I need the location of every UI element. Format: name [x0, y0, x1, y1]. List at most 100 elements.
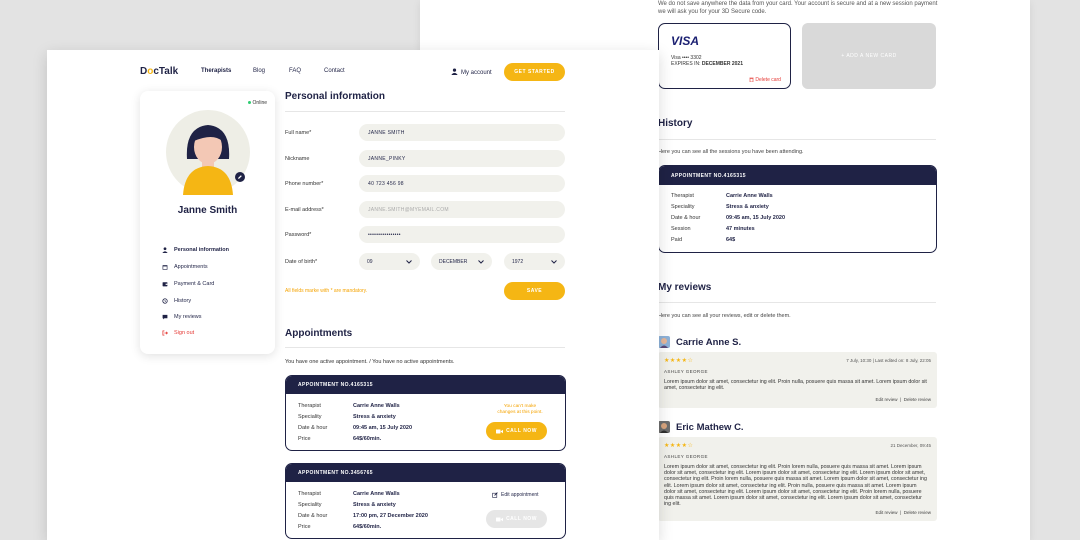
review-body: Lorem ipsum dolor sit amet, consectetur … [664, 464, 927, 508]
review-date: 21 December, 09:45 [890, 443, 931, 448]
field-label: Full name* [285, 130, 312, 136]
logo[interactable]: DocTalk [140, 66, 178, 77]
label: Date & hour [298, 513, 328, 519]
edit-review-link[interactable]: Edit review [876, 510, 898, 515]
field-label: Password* [285, 232, 312, 238]
history-title: History [658, 118, 693, 129]
delete-review-link[interactable]: Delete review [904, 397, 931, 402]
card-expiry: EXPIRES IN: DECEMBER 2021 [671, 61, 743, 67]
reviews-title: My reviews [658, 282, 712, 293]
field-label: E-mail address* [285, 207, 324, 213]
video-icon [496, 517, 504, 521]
edit-appointment-link[interactable]: Edit appointment [492, 492, 539, 498]
review-actions: Edit review | Delete review [875, 510, 931, 515]
dob-day-select[interactable]: 09 [359, 253, 420, 270]
wallet-icon [162, 282, 168, 287]
dob-year-select[interactable]: 1972 [504, 253, 565, 270]
call-now-button-disabled[interactable]: CALL NOW [486, 510, 547, 528]
reviewer-name: Eric Mathew C. [676, 422, 744, 433]
review-actions: Edit review | Delete review [875, 397, 931, 402]
saved-card[interactable]: VISA Visa •••• 3302 EXPIRES IN: DECEMBER… [658, 23, 791, 89]
value: 47 minutes [726, 226, 755, 232]
warning-text: You can't make changes at this point. [497, 404, 543, 415]
save-button[interactable]: SAVE [504, 282, 565, 300]
edit-review-link[interactable]: Edit review [876, 397, 898, 402]
video-icon [496, 429, 504, 433]
menu-history[interactable]: History [162, 298, 191, 304]
profile-page: DocTalk Therapists Blog FAQ Contact My a… [47, 50, 659, 540]
value: 64$ [726, 237, 736, 243]
avatar [166, 110, 250, 195]
dob-month-select[interactable]: DECEMBER [431, 253, 492, 270]
reviews-subtitle: Here you can see all your reviews, edit … [658, 313, 791, 319]
review-card: ★★★★☆ 21 December, 09:45 ASHLEY GEORGE L… [658, 437, 937, 521]
history-icon [162, 298, 168, 304]
label: Speciality [671, 204, 695, 210]
chevron-down-icon [406, 259, 412, 264]
call-now-button[interactable]: CALL NOW [486, 422, 547, 440]
nav-therapists[interactable]: Therapists [201, 68, 231, 74]
status-badge: Online [247, 100, 267, 106]
user-icon [451, 68, 458, 75]
section-title: Appointments [285, 328, 353, 339]
star-rating: ★★★★☆ [664, 358, 694, 364]
value: Carrie Anne Walls [726, 193, 773, 199]
label: Session [671, 226, 691, 232]
history-subtitle: Here you can see all the sessions you ha… [658, 149, 804, 155]
menu-appointments[interactable]: Appointments [162, 264, 208, 270]
label: Speciality [298, 414, 322, 420]
nickname-field[interactable]: JANNE_PINKY [359, 150, 565, 167]
password-field[interactable]: •••••••••••••••• [359, 226, 565, 243]
full-name-field[interactable]: JANNE SMITH [359, 124, 565, 141]
visa-logo: VISA [671, 34, 700, 48]
star-rating: ★★★★☆ [664, 443, 694, 449]
divider [285, 111, 565, 112]
card-header: APPOINTMENT NO.4165315 [286, 376, 565, 394]
section-title: Personal information [285, 91, 386, 102]
comment-icon [162, 314, 168, 320]
label: Paid [671, 237, 683, 243]
online-dot [247, 101, 251, 105]
edit-icon [492, 492, 498, 498]
value: Stress & anxiety [353, 502, 396, 508]
delete-card-button[interactable]: Delete card [749, 77, 781, 83]
label: Price [298, 524, 311, 530]
phone-field[interactable]: 40 723 456 98 [359, 175, 565, 192]
review-author: ASHLEY GEORGE [664, 454, 708, 459]
label: Price [298, 436, 311, 442]
nav-contact[interactable]: Contact [324, 68, 345, 74]
reviewer-name: Carrie Anne S. [676, 337, 742, 348]
menu-payment-card[interactable]: Payment & Card [162, 281, 214, 287]
field-label: Date of birth* [285, 259, 318, 265]
avatar [658, 336, 670, 348]
value: Stress & anxiety [353, 414, 396, 420]
nav-blog[interactable]: Blog [253, 68, 265, 74]
menu-my-reviews[interactable]: My reviews [162, 314, 202, 320]
edit-avatar-button[interactable] [235, 172, 245, 182]
value: Carrie Anne Walls [353, 491, 400, 497]
divider [658, 139, 936, 140]
add-card-button[interactable]: + ADD A NEW CARD [802, 23, 936, 89]
nav-faq[interactable]: FAQ [289, 68, 301, 74]
divider [658, 302, 936, 303]
appointment-card: APPOINTMENT NO.3456765 Therapist Carrie … [285, 463, 566, 539]
menu-personal-information[interactable]: Personal information [162, 247, 229, 253]
my-account-link[interactable]: My account [451, 68, 492, 76]
profile-card: Online Janne Smith Personal information … [140, 91, 275, 354]
profile-name: Janne Smith [177, 205, 238, 216]
divider [285, 347, 565, 348]
review-author: ASHLEY GEORGE [664, 369, 708, 374]
get-started-button[interactable]: GET STARTED [504, 63, 565, 81]
menu-sign-out[interactable]: Sign out [162, 330, 194, 336]
sign-out-icon [162, 330, 168, 336]
label: Therapist [298, 491, 321, 497]
calendar-icon [162, 265, 168, 270]
label: Therapist [298, 403, 321, 409]
security-note: We do not save anywhere the data from yo… [658, 1, 938, 15]
appointments-subtitle: You have one active appointment. / You h… [285, 359, 455, 365]
chevron-down-icon [551, 259, 557, 264]
delete-review-link[interactable]: Delete review [904, 510, 931, 515]
mandatory-note: All fields marke with * are mandatory. [285, 288, 368, 294]
email-field[interactable]: JANNE.SMITH@MYEMAIL.COM [359, 201, 565, 218]
user-icon [162, 247, 168, 253]
